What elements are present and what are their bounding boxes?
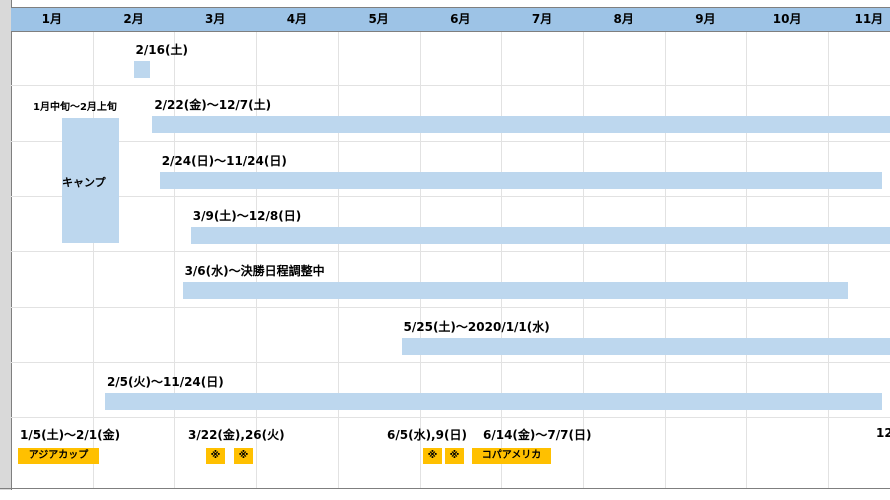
month-label: 2月 <box>123 12 144 26</box>
schedule-bar <box>152 116 890 133</box>
schedule-bar <box>133 61 150 78</box>
asia-cup-tag: アジアカップ <box>18 448 99 464</box>
month-label: 7月 <box>531 12 553 26</box>
schedule-bar <box>182 282 849 299</box>
row-gridline <box>11 251 890 252</box>
schedule-label: 5/25(土)～2020/1/1(水) <box>403 320 550 334</box>
row-gridline <box>11 196 890 197</box>
copa-america-tag: コパアメリカ <box>472 448 551 464</box>
row-gridline <box>11 141 890 142</box>
bottom-border <box>0 488 890 489</box>
schedule-label: 3/6(水)～決勝日程調整中 <box>184 264 325 278</box>
schedule-label: 2/5(火)～11/24(日) <box>106 375 224 389</box>
month-label: 9月 <box>695 12 716 26</box>
march-mark-2: ※ <box>234 448 253 464</box>
asia-cup-dates: 1/5(土)～2/1(金) <box>20 428 121 442</box>
month-gridline <box>501 30 503 488</box>
schedule-bar <box>401 338 890 355</box>
month-header: 1月 2月 3月 4月 5月 6月 7月 8月 9月 10月 11月 <box>11 7 890 32</box>
camp-label: キャンプ <box>62 176 106 189</box>
month-gridline <box>419 30 421 488</box>
month-label: 11月 <box>854 12 884 26</box>
schedule-label: 2/16(土) <box>135 43 188 57</box>
row-gridline <box>11 307 890 308</box>
schedule-bar <box>104 393 882 410</box>
month-gridline <box>746 30 748 488</box>
schedule-label: 2/24(日)～11/24(日) <box>161 154 287 168</box>
schedule-label: 3/9(土)～12/8(日) <box>192 209 302 223</box>
schedule-chart: 1月 2月 3月 4月 5月 6月 7月 8月 9月 10月 11月 2/16(土) 2/22(金)～… <box>0 0 890 500</box>
row-gridline <box>11 85 890 86</box>
schedule-label: 2/22(金)～12/7(土) <box>154 98 272 112</box>
june-mark-1: ※ <box>423 448 442 464</box>
camp-period-label: 1月中旬～2月上旬 <box>33 102 117 113</box>
march-mark-1: ※ <box>206 448 225 464</box>
clipped-label-right: 12 <box>876 426 890 440</box>
month-gridline <box>828 30 829 488</box>
month-label: 8月 <box>613 12 634 26</box>
month-label: 1月 <box>41 12 63 26</box>
row-gridline <box>11 417 890 418</box>
month-gridline <box>337 30 339 488</box>
month-label: 10月 <box>772 12 802 26</box>
copa-america-dates: 6/14(金)～7/7(日) <box>483 428 592 442</box>
schedule-bar <box>159 172 882 189</box>
june-mark-2: ※ <box>445 448 464 464</box>
month-gridline <box>582 30 584 488</box>
month-gridline <box>664 30 666 488</box>
june-match-dates: 6/5(水),9(日) <box>387 428 467 442</box>
month-label: 3月 <box>205 12 226 26</box>
march-match-dates: 3/22(金),26(火) <box>188 428 285 442</box>
month-label: 6月 <box>450 12 471 26</box>
month-label: 4月 <box>286 12 308 26</box>
month-label: 5月 <box>368 12 389 26</box>
row-gridline <box>11 362 890 363</box>
schedule-bar <box>190 227 890 244</box>
